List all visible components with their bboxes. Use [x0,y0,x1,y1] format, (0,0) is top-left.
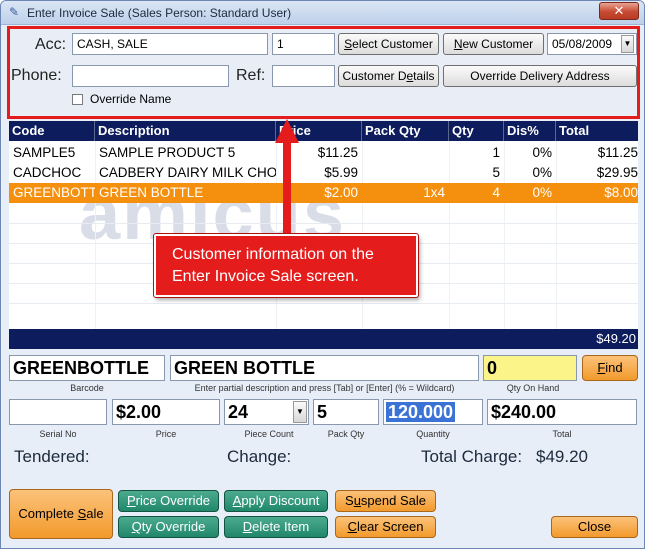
callout-line-2: Enter Invoice Sale screen. [172,268,359,285]
highlight-box [7,26,640,119]
quantity-caption: Quantity [416,429,450,439]
window-close-button[interactable]: ✕ [599,2,639,20]
piece-count-value: 24 [228,402,249,422]
col-qty[interactable]: Qty [449,121,504,141]
grid-line [9,223,638,224]
total-caption: Total [552,429,572,439]
total-field: $240.00 [487,399,637,425]
complete-sale-button[interactable]: Complete Sale [9,489,113,539]
pack-qty-caption: Pack Qty [327,429,365,439]
suspend-sale-button[interactable]: Suspend Sale [335,490,436,512]
find-button[interactable]: Find [582,355,638,381]
grid-total-bar: $49.20 [9,329,638,349]
piece-count-field[interactable]: 24 ▼ [224,399,309,425]
cell-pack-qty [362,143,449,163]
arrow-shaft [283,141,291,235]
description-field[interactable]: GREEN BOTTLE [170,355,479,381]
cell-description: SAMPLE PRODUCT 5 [99,145,236,160]
grid-header: Code Description Price Pack Qty Qty Dis%… [9,121,638,141]
arrow-up-icon [275,119,299,143]
invoice-icon: ✎ [8,5,20,19]
clear-screen-button[interactable]: Clear Screen [335,516,436,538]
table-row[interactable]: SAMPLE5 SAMPLE PRODUCT 5 $11.25 1 0% $11… [9,143,638,163]
window-title: Enter Invoice Sale (Sales Person: Standa… [27,6,292,20]
qty-override-button[interactable]: Qty Override [118,516,219,538]
col-code[interactable]: Code [9,121,95,141]
change-label: Change: [227,447,292,466]
qty-on-hand-field: 0 [483,355,577,381]
cell-qty: 5 [492,165,500,180]
cell-code: GREENBOTT [13,185,95,200]
col-pack-qty[interactable]: Pack Qty [362,121,449,141]
close-button[interactable]: Close [551,516,638,538]
cell-total: $11.25 [597,145,638,160]
cell-description: CADBERY DAIRY MILK CHO [99,165,276,180]
chevron-down-icon[interactable]: ▼ [293,401,307,423]
cell-code: CADCHOC [13,165,82,180]
cell-qty: 4 [492,185,500,200]
cell-qty: 1 [492,145,500,160]
delete-item-button[interactable]: Delete Item [224,516,328,538]
table-row-selected[interactable]: GREENBOTT GREEN BOTTLE $2.00 1x4 4 0% $8… [9,183,638,203]
cell-dis: 0% [532,165,552,180]
col-description[interactable]: Description [95,121,276,141]
price-override-button[interactable]: Price Override [118,490,219,512]
quantity-value: 120.000 [386,402,456,422]
total-charge-label: Total Charge: [421,447,523,466]
tendered-label: Tendered: [14,447,90,466]
cell-dis: 0% [532,185,552,200]
price-field[interactable]: $2.00 [112,399,220,425]
serial-no-caption: Serial No [39,429,77,439]
invoice-window: ✎ Enter Invoice Sale (Sales Person: Stan… [0,0,645,549]
piece-count-caption: Piece Count [244,429,294,439]
table-row[interactable]: CADCHOC CADBERY DAIRY MILK CHO $5.99 5 0… [9,163,638,183]
cell-code: SAMPLE5 [13,145,76,160]
col-dis[interactable]: Dis% [504,121,556,141]
cell-pack-qty [362,163,449,183]
serial-no-field[interactable] [9,399,107,425]
price-caption: Price [155,429,177,439]
cell-total: $29.95 [596,165,638,180]
description-caption: Enter partial description and press [Tab… [194,383,455,393]
qty-on-hand-caption: Qty On Hand [506,383,560,393]
grid-line [9,303,638,304]
cell-total: $8.00 [604,185,638,200]
callout-line-1: Customer information on the [172,246,374,263]
pack-qty-field[interactable]: 5 [313,399,379,425]
barcode-caption: Barcode [70,383,104,393]
cell-dis: 0% [532,145,552,160]
barcode-field[interactable]: GREENBOTTLE [9,355,165,381]
cell-pack-qty: 1x4 [423,185,445,200]
quantity-field[interactable]: 120.000 [383,399,483,425]
apply-discount-button[interactable]: Apply Discount [224,490,328,512]
cell-description: GREEN BOTTLE [99,185,204,200]
col-total[interactable]: Total [556,121,638,141]
annotation-callout: Customer information on the Enter Invoic… [153,233,419,298]
title-bar: ✎ Enter Invoice Sale (Sales Person: Stan… [1,1,644,25]
total-charge-value: $49.20 [536,447,588,466]
